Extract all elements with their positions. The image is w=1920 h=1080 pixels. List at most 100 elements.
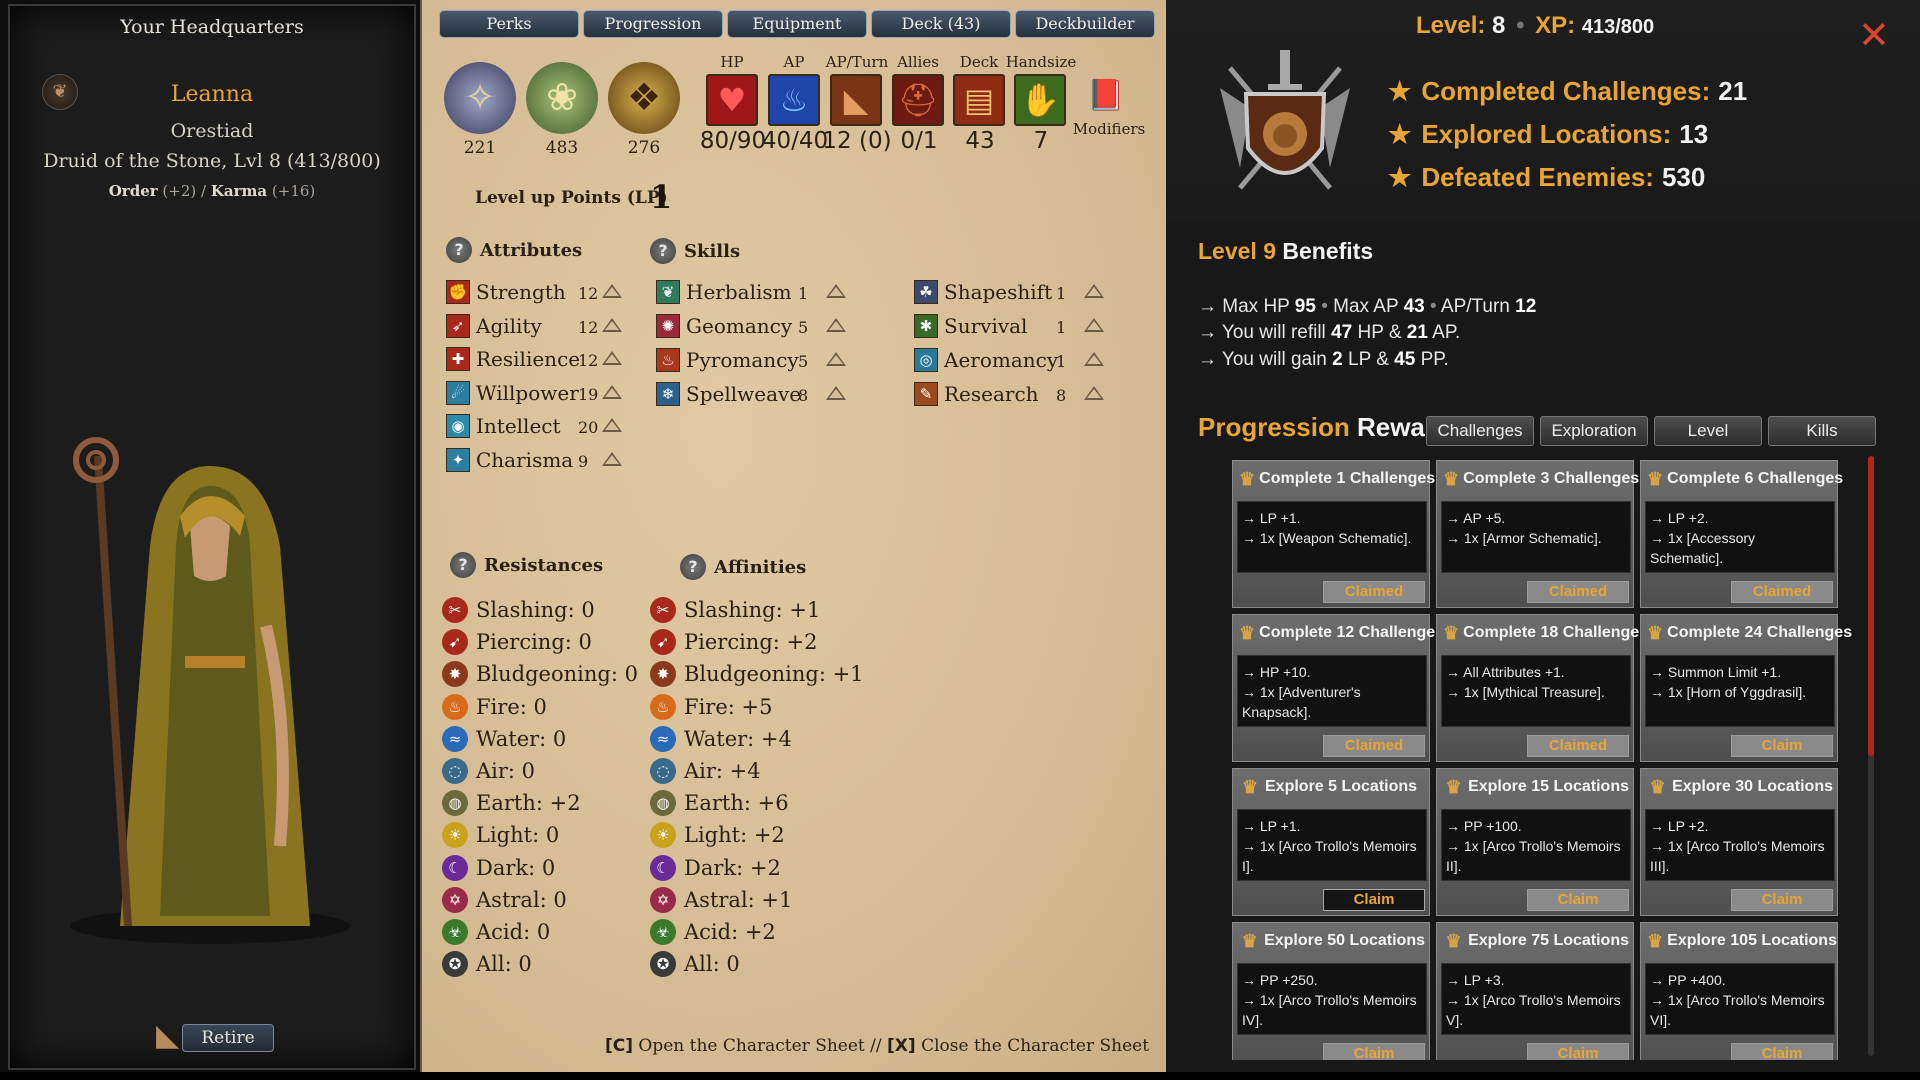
reward-tab-challenges[interactable]: Challenges (1426, 416, 1534, 446)
skill-row-aeromancy: ◎ Aeromancy (914, 346, 1058, 374)
skill-name: Survival (944, 314, 1028, 338)
increase-shapeshift-button[interactable] (1084, 284, 1104, 298)
skills-help-icon[interactable]: ? (650, 238, 676, 264)
perk-tree-arcane-icon[interactable]: ✧ (444, 62, 516, 134)
affinities-help-icon[interactable]: ? (680, 554, 706, 580)
hint-text-close: Close the Character Sheet (921, 1036, 1150, 1056)
benefits-word: Benefits (1282, 238, 1374, 264)
reward-claim-button[interactable]: Claimed (1731, 581, 1833, 603)
separator-dot: • (1516, 12, 1525, 39)
increase-pyromancy-button[interactable] (826, 352, 846, 366)
explored-locations-value: 13 (1679, 119, 1709, 149)
modifiers-label[interactable]: Modifiers (1072, 120, 1146, 138)
attribute-name: Intellect (476, 414, 561, 438)
light-icon: ☀ (442, 822, 468, 849)
character-sheet-panel: Perks Progression Equipment Deck (43) De… (420, 0, 1166, 1080)
reward-claim-button[interactable]: Claimed (1527, 581, 1629, 603)
reward-description: → LP +3. → 1x [Arco Trollo's Memoirs V]. (1441, 963, 1631, 1035)
resistances-help-icon[interactable]: ? (450, 552, 476, 578)
reward-claim-button[interactable]: Claim (1731, 889, 1833, 911)
reward-card-header: ♛ Complete 18 Challenges (1443, 621, 1648, 645)
reward-tab-level[interactable]: Level (1654, 416, 1762, 446)
retire-button[interactable]: Retire (182, 1024, 274, 1052)
hint-key-c: [C] (605, 1036, 634, 1056)
reward-tab-exploration[interactable]: Exploration (1540, 416, 1648, 446)
resilience-icon: ✚ (446, 347, 470, 371)
rewards-grid: ♛ Complete 1 Challenges → LP +1. → 1x [Weap… (1232, 460, 1852, 1060)
reward-title: Explore 50 Locations (1264, 932, 1425, 949)
reward-tab-kills[interactable]: Kills (1768, 416, 1876, 446)
resistance-text: Light: 0 (476, 823, 560, 848)
attribute-name: Agility (476, 313, 542, 338)
affinity-text: Bludgeoning: +1 (684, 662, 864, 687)
attribute-row-agility: ➶ Agility (446, 312, 542, 340)
resistance-text: Astral: 0 (476, 887, 567, 912)
reward-claim-button[interactable]: Claimed (1323, 581, 1425, 603)
affinity-text: Piercing: +2 (684, 630, 818, 655)
tab-perks[interactable]: Perks (439, 10, 579, 38)
resistance-all: ✪ All: 0 (442, 949, 532, 979)
reward-claim-button[interactable]: Claim (1731, 1043, 1833, 1060)
perk-tree-nature-icon[interactable]: ❀ (526, 62, 598, 134)
rewards-scrollbar-thumb[interactable] (1868, 456, 1874, 756)
affinities-header: ? Affinities (680, 554, 806, 580)
increase-willpower-button[interactable] (602, 384, 622, 399)
reward-claim-button[interactable]: Claim (1527, 1043, 1629, 1060)
increase-research-button[interactable] (1084, 386, 1104, 400)
resistance-text: Piercing: 0 (476, 630, 592, 655)
stat-label-deck: Deck (959, 53, 999, 71)
tab-deckbuilder[interactable]: Deckbuilder (1015, 10, 1155, 38)
close-icon[interactable]: ✕ (1858, 16, 1890, 54)
increase-herbalism-button[interactable] (826, 284, 846, 298)
reward-description: → PP +100. → 1x [Arco Trollo's Memoirs II… (1441, 809, 1631, 881)
reward-claim-button[interactable]: Claim (1323, 1043, 1425, 1060)
benefit-text: AP/Turn (1440, 296, 1510, 317)
benefit-line-stats: → Max HP 95 • Max AP 43 • AP/Turn 12 (1198, 296, 1536, 318)
resistances-header: ? Resistances (450, 552, 603, 578)
modifiers-book-icon[interactable]: 📕 (1082, 78, 1130, 118)
level-up-points-value: 1 (650, 178, 673, 216)
star-icon: ★ (1388, 119, 1412, 149)
reward-title: Complete 24 Challenges (1667, 624, 1852, 641)
reward-claim-button[interactable]: Claimed (1323, 735, 1425, 757)
reward-card-header: ♛ Explore 75 Locations (1443, 929, 1629, 953)
stat-value-hp: 80/90 (699, 128, 767, 154)
benefit-text: AP. (1432, 322, 1461, 343)
resistance-acid: ☣ Acid: 0 (442, 917, 550, 947)
affinity-text: Astral: +1 (684, 887, 793, 912)
tab-deck[interactable]: Deck (43) (871, 10, 1011, 38)
skill-row-geomancy: ✺ Geomancy (656, 312, 792, 340)
increase-intellect-button[interactable] (602, 418, 622, 432)
rewards-scrollbar[interactable] (1868, 456, 1874, 1056)
completed-challenges-value: 21 (1718, 76, 1748, 106)
trophy-icon: ♛ (1239, 468, 1256, 489)
increase-spellweave-button[interactable] (826, 386, 846, 400)
resistance-air: ◌ Air: 0 (442, 756, 535, 786)
reward-line: → LP +3. (1446, 972, 1505, 988)
reward-title: Complete 3 Challenges (1463, 470, 1640, 487)
increase-survival-button[interactable] (1084, 318, 1104, 332)
reward-claim-button[interactable]: Claim (1527, 889, 1629, 911)
benefit-text: Max AP (1333, 296, 1399, 317)
affinity-air: ◌ Air: +4 (650, 756, 761, 786)
increase-geomancy-button[interactable] (826, 318, 846, 332)
reward-title: Explore 105 Locations (1667, 932, 1837, 949)
reward-claim-button[interactable]: Claim (1323, 889, 1425, 911)
increase-agility-button[interactable] (602, 317, 622, 332)
resistances-title: Resistances (484, 554, 604, 576)
attribute-value: 12 (578, 351, 599, 370)
attributes-help-icon[interactable]: ? (446, 237, 472, 263)
tab-equipment[interactable]: Equipment (727, 10, 867, 38)
increase-aeromancy-button[interactable] (1084, 352, 1104, 366)
increase-strength-button[interactable] (602, 284, 622, 298)
increase-resilience-button[interactable] (602, 351, 622, 365)
reward-claim-button[interactable]: Claimed (1527, 735, 1629, 757)
perk-tree-warrior-icon[interactable]: ❖ (608, 62, 680, 134)
level-value: 8 (1492, 12, 1506, 39)
reward-description: → LP +2. → 1x [Arco Trollo's Memoirs III]… (1645, 809, 1835, 881)
increase-charisma-button[interactable] (602, 451, 622, 466)
reward-description: → LP +1. → 1x [Weapon Schematic]. (1237, 501, 1427, 573)
affinities-title: Affinities (714, 556, 807, 578)
tab-progression[interactable]: Progression (583, 10, 723, 38)
reward-claim-button[interactable]: Claim (1731, 735, 1833, 757)
